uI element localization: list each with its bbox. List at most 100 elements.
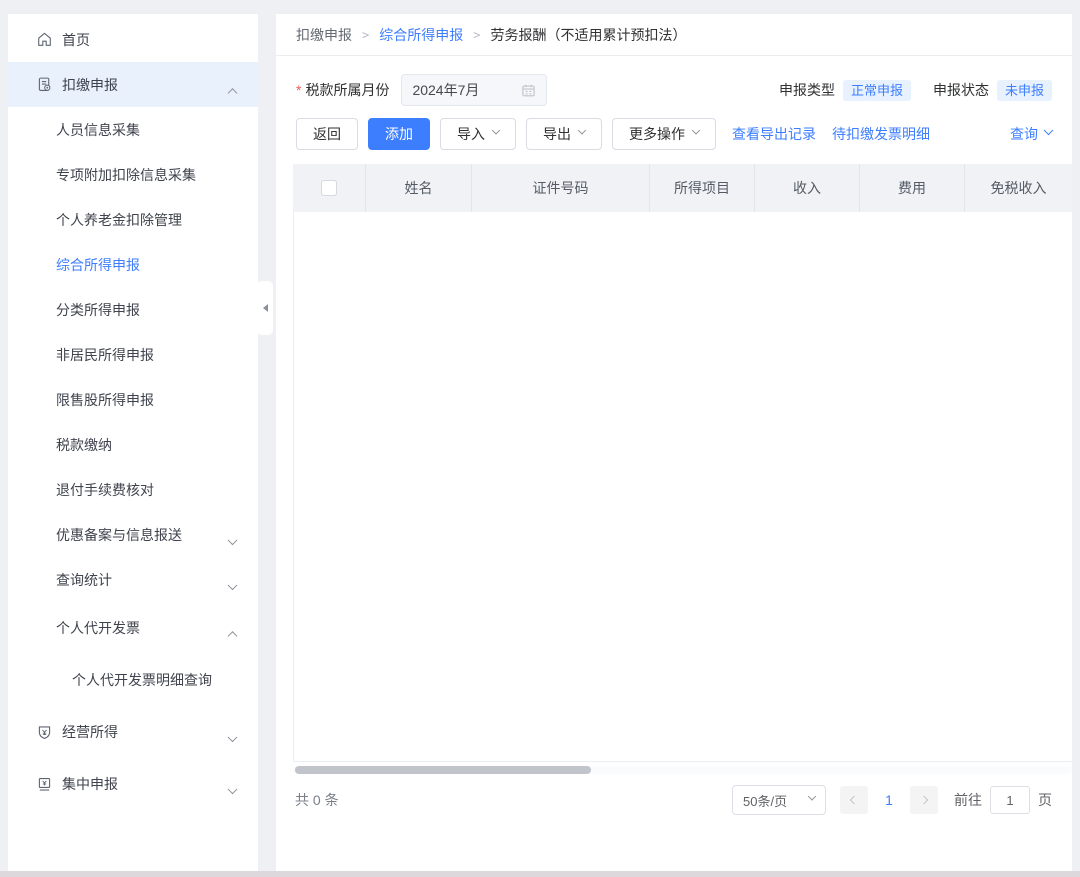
- chevron-up-icon: [229, 628, 236, 644]
- sidebar-item-label: 分类所得申报: [56, 300, 140, 320]
- sidebar-item-refund-fee-check[interactable]: 退付手续费核对: [8, 467, 258, 512]
- declaration-state-label: 申报状态: [933, 80, 989, 100]
- sidebar-item-personal-invoice-detail[interactable]: 个人代开发票明细查询: [8, 654, 258, 706]
- sidebar-item-label: 查询统计: [56, 570, 112, 590]
- tax-month-value: 2024年7月: [412, 80, 521, 100]
- prev-page-button[interactable]: [840, 786, 868, 814]
- app-window: 首页 扣缴申报 人员信息采集 专项附加扣除信息采集: [0, 0, 1080, 877]
- query-label: 查询: [1010, 124, 1038, 144]
- next-page-button[interactable]: [910, 786, 938, 814]
- sidebar-item-personal-invoice[interactable]: 个人代开发票: [8, 602, 258, 654]
- sidebar-item-label: 专项附加扣除信息采集: [56, 165, 196, 185]
- sidebar-item-label: 优惠备案与信息报送: [56, 525, 182, 545]
- sidebar-item-withholding-declaration[interactable]: 扣缴申报: [8, 62, 258, 107]
- current-page: 1: [882, 792, 896, 808]
- breadcrumb-item-link[interactable]: 综合所得申报: [379, 25, 463, 45]
- sidebar-item-label: 综合所得申报: [56, 255, 140, 275]
- declaration-type-badge: 正常申报: [843, 80, 911, 101]
- sidebar-item-label: 人员信息采集: [56, 120, 140, 140]
- declaration-type-label: 申报类型: [779, 80, 835, 100]
- total-count: 共 0 条: [295, 790, 339, 810]
- declaration-state-badge: 未申报: [997, 80, 1052, 101]
- sidebar-item-query-statistics[interactable]: 查询统计: [8, 557, 258, 602]
- pending-invoice-detail-link[interactable]: 待扣缴发票明细: [832, 124, 930, 144]
- sidebar-item-label: 个人养老金扣除管理: [56, 210, 182, 230]
- required-mark: *: [296, 82, 301, 98]
- sidebar-item-classified-income[interactable]: 分类所得申报: [8, 287, 258, 332]
- data-table: 姓名 证件号码 所得项目 收入 费用 免税收入: [293, 164, 1072, 762]
- sidebar-item-private-pension[interactable]: 个人养老金扣除管理: [8, 197, 258, 242]
- chevron-left-icon: [850, 796, 858, 804]
- sidebar-item-home[interactable]: 首页: [8, 17, 258, 62]
- view-export-records-link[interactable]: 查看导出记录: [732, 124, 816, 144]
- sidebar-item-nonresident-income[interactable]: 非居民所得申报: [8, 332, 258, 377]
- sidebar-item-label: 首页: [62, 30, 90, 50]
- sidebar-item-comprehensive-income[interactable]: 综合所得申报: [8, 242, 258, 287]
- import-dropdown-button[interactable]: 导入: [440, 118, 516, 150]
- chevron-down-icon: [1044, 125, 1054, 135]
- back-button[interactable]: 返回: [296, 118, 358, 150]
- toolbar: 返回 添加 导入 导出 更多操作 查看导出记录 待扣缴发票明细 查询: [296, 118, 1052, 150]
- chevron-down-icon: [492, 126, 500, 134]
- sidebar-item-personnel-info[interactable]: 人员信息采集: [8, 107, 258, 152]
- tax-month-picker[interactable]: 2024年7月: [401, 74, 547, 106]
- chevron-down-icon: [229, 732, 236, 748]
- main-content: 扣缴申报 > 综合所得申报 > 劳务报酬（不适用累计预扣法） * 税款所属月份 …: [276, 14, 1072, 871]
- table-header-fee: 费用: [860, 164, 965, 212]
- sidebar-item-label: 个人代开发票: [56, 618, 140, 638]
- sidebar-item-special-deduction[interactable]: 专项附加扣除信息采集: [8, 152, 258, 197]
- page-size-value: 50条/页: [743, 791, 803, 810]
- sidebar-item-preferential-filing[interactable]: 优惠备案与信息报送: [8, 512, 258, 557]
- sidebar-item-label: 退付手续费核对: [56, 480, 154, 500]
- sidebar-item-label: 税款缴纳: [56, 435, 112, 455]
- sidebar-item-centralized-declaration[interactable]: 集中申报: [8, 758, 258, 810]
- tax-month-label: 税款所属月份: [305, 80, 389, 100]
- table-header-taxfree-income: 免税收入: [965, 164, 1072, 212]
- export-label: 导出: [543, 124, 571, 144]
- breadcrumb-item-current: 劳务报酬（不适用累计预扣法）: [490, 25, 686, 45]
- sidebar-collapse-handle[interactable]: [257, 281, 273, 335]
- sidebar-item-label: 非居民所得申报: [56, 345, 154, 365]
- more-actions-dropdown-button[interactable]: 更多操作: [612, 118, 716, 150]
- sidebar-item-restricted-shares[interactable]: 限售股所得申报: [8, 377, 258, 422]
- centralized-declaration-icon: [36, 776, 53, 793]
- chevron-up-icon: [229, 85, 236, 101]
- query-toggle[interactable]: 查询: [1010, 124, 1052, 144]
- calendar-icon: [521, 83, 536, 98]
- export-dropdown-button[interactable]: 导出: [526, 118, 602, 150]
- horizontal-scrollbar-track: [293, 766, 1072, 774]
- declaration-state-group: 申报状态 未申报: [933, 80, 1052, 101]
- sidebar-item-label: 扣缴申报: [62, 75, 118, 95]
- collapse-left-arrow-icon: [263, 304, 268, 312]
- import-label: 导入: [457, 124, 485, 144]
- table-header-id-number: 证件号码: [472, 164, 650, 212]
- sidebar-item-label: 个人代开发票明细查询: [72, 670, 212, 690]
- goto-page-unit: 页: [1038, 790, 1052, 810]
- table-header-checkbox-cell: [293, 164, 366, 212]
- breadcrumb-separator: >: [362, 28, 369, 42]
- select-all-checkbox[interactable]: [321, 180, 337, 196]
- breadcrumb: 扣缴申报 > 综合所得申报 > 劳务报酬（不适用累计预扣法）: [276, 14, 1072, 56]
- home-icon: [36, 31, 53, 48]
- table-footer: 共 0 条 50条/页 1 前往 页: [295, 784, 1052, 816]
- add-button[interactable]: 添加: [368, 118, 430, 150]
- table-header-name: 姓名: [366, 164, 472, 212]
- filter-row: * 税款所属月份 2024年7月 申报类型 正常申报 申报状态 未申报: [296, 74, 1052, 106]
- page-size-select[interactable]: 50条/页: [732, 785, 826, 815]
- chevron-down-icon: [229, 535, 236, 551]
- chevron-down-icon: [692, 126, 700, 134]
- sidebar-item-label: 限售股所得申报: [56, 390, 154, 410]
- breadcrumb-item: 扣缴申报: [296, 25, 352, 45]
- goto-page-input[interactable]: [990, 786, 1030, 814]
- table-header-income-item: 所得项目: [650, 164, 755, 212]
- sidebar-menu: 首页 扣缴申报 人员信息采集 专项附加扣除信息采集: [8, 14, 258, 810]
- sidebar-item-tax-payment[interactable]: 税款缴纳: [8, 422, 258, 467]
- bottom-edge-strip: [0, 871, 1080, 877]
- declaration-type-group: 申报类型 正常申报: [779, 80, 911, 101]
- breadcrumb-separator: >: [473, 28, 480, 42]
- chevron-down-icon: [578, 126, 586, 134]
- sidebar-item-business-income[interactable]: 经营所得: [8, 706, 258, 758]
- sidebar-item-label: 集中申报: [62, 774, 118, 794]
- sidebar-item-label: 经营所得: [62, 722, 118, 742]
- horizontal-scrollbar-thumb[interactable]: [295, 766, 591, 774]
